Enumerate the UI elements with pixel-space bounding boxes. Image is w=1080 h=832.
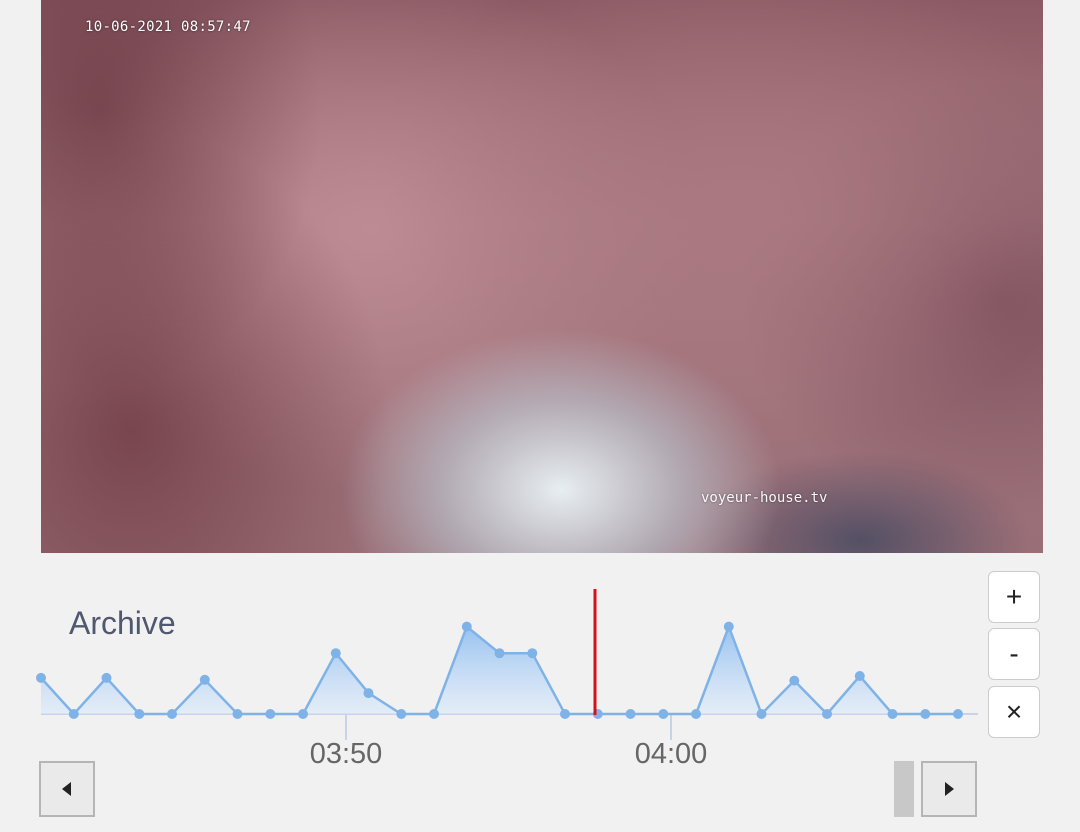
activity-point [429,709,439,719]
activity-point [298,709,308,719]
video-player[interactable]: 10-06-2021 08:57:47 voyeur-house.tv [41,0,1043,553]
activity-point [953,709,963,719]
archive-player-page: 10-06-2021 08:57:47 voyeur-house.tv Arch… [0,0,1080,832]
activity-area [41,626,958,714]
close-button[interactable]: × [988,686,1040,738]
timeline-prev-button[interactable] [39,761,95,817]
activity-point [167,709,177,719]
activity-point [363,688,374,699]
activity-point [920,709,931,719]
activity-point [658,709,669,719]
triangle-right-icon [945,782,954,796]
activity-point [822,709,832,719]
archive-timeline[interactable] [0,575,985,775]
activity-point [756,709,767,719]
activity-point [330,648,341,659]
activity-point [68,709,79,719]
activity-point [232,709,243,719]
activity-point [494,648,505,659]
activity-point [396,709,407,719]
timeline-next-button[interactable] [921,761,977,817]
activity-point [199,674,210,685]
timeline-scroll-thumb[interactable] [894,761,914,817]
activity-point [461,621,472,632]
activity-point [560,709,570,719]
video-watermark: voyeur-house.tv [701,490,828,506]
zoom-out-button[interactable]: - [988,628,1040,680]
activity-point [36,672,46,683]
tick-label-0350: 03:50 [309,738,383,770]
triangle-left-icon [62,782,71,796]
tick-label-0400: 04:00 [634,738,708,770]
activity-point [527,648,538,659]
activity-point [265,709,276,719]
activity-point [789,675,800,686]
activity-point [691,709,701,719]
activity-point [101,672,112,683]
activity-point [854,671,865,681]
activity-point [625,709,636,719]
activity-point [134,709,145,719]
activity-point [723,621,734,632]
video-timestamp: 10-06-2021 08:57:47 [85,19,251,35]
zoom-in-button[interactable]: + [988,571,1040,623]
activity-point [887,709,898,719]
